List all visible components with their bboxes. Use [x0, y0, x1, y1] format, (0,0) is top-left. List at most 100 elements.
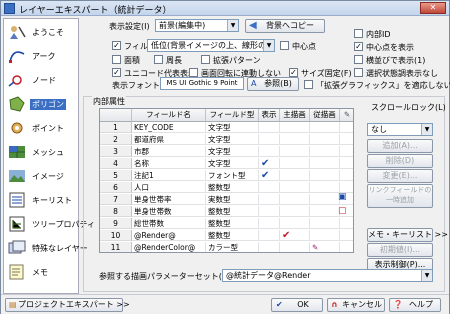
field-name-cell[interactable]: 名称	[132, 158, 206, 169]
main-draw-cell[interactable]	[280, 122, 310, 133]
edit-cell[interactable]	[340, 146, 353, 157]
edit-cell[interactable]	[340, 170, 353, 181]
show-cell[interactable]	[259, 230, 280, 241]
field-name-cell[interactable]: 注記1	[132, 170, 206, 181]
unicode-checkbox[interactable]: ✓	[112, 68, 121, 77]
field-type-cell[interactable]: 整数型	[206, 230, 259, 241]
field-type-cell[interactable]: 文字型	[206, 158, 259, 169]
main-draw-cell[interactable]	[280, 194, 310, 205]
sub-draw-cell[interactable]	[310, 194, 340, 205]
field-type-cell[interactable]: 文字型	[206, 146, 259, 157]
field-name-cell[interactable]: 単身世帯率	[132, 194, 206, 205]
edit-cell[interactable]	[340, 122, 353, 133]
center-display-checkbox[interactable]: ✓	[354, 42, 363, 51]
sub-draw-cell[interactable]	[310, 206, 340, 217]
expand-pattern-checkbox[interactable]	[201, 55, 210, 64]
main-draw-cell[interactable]	[280, 170, 310, 181]
sidebar-item-point[interactable]: ポイント	[6, 117, 78, 139]
show-cell[interactable]	[259, 134, 280, 145]
field-name-cell[interactable]: @RenderColor@	[132, 242, 206, 252]
display-preset-select[interactable]: 前景(編集中) ▼	[155, 19, 239, 32]
table-row[interactable]: 10 @Render@ 整数型 ✔	[100, 230, 353, 241]
field-type-cell[interactable]: 文字型	[206, 122, 259, 133]
sub-draw-cell[interactable]	[310, 182, 340, 193]
ok-button[interactable]: ✔ OK	[271, 298, 323, 312]
sub-draw-cell[interactable]	[310, 134, 340, 145]
field-name-cell[interactable]: 市郡	[132, 146, 206, 157]
help-button[interactable]: ❓ ヘルプ	[389, 298, 441, 312]
sub-draw-cell[interactable]	[310, 158, 340, 169]
area-checkbox[interactable]	[112, 55, 121, 64]
sub-draw-cell[interactable]	[310, 146, 340, 157]
sidebar-item-image[interactable]: イメージ	[6, 165, 78, 187]
header-field-name[interactable]: フィールド名	[132, 109, 206, 122]
main-draw-cell[interactable]	[280, 242, 310, 252]
font-reference-button[interactable]: A 参照(B)	[247, 77, 299, 91]
main-draw-cell[interactable]	[280, 146, 310, 157]
header-field-type[interactable]: フィールド型	[206, 109, 259, 122]
field-name-cell[interactable]: 総世帯数	[132, 218, 206, 229]
initial-value-button[interactable]: 初期値(I)...	[367, 243, 433, 257]
sidebar-item-tree-property[interactable]: ツリープロパティ	[6, 213, 95, 235]
cancel-button[interactable]: ∩ キャンセル	[327, 298, 385, 312]
field-name-cell[interactable]: KEY_CODE	[132, 122, 206, 133]
field-type-cell[interactable]: 整数型	[206, 218, 259, 229]
header-edit[interactable]: ✎	[340, 109, 353, 122]
main-draw-cell[interactable]	[280, 134, 310, 145]
folder-icon[interactable]: ▣	[338, 192, 347, 202]
folder-red-icon[interactable]: ▢	[338, 206, 347, 216]
fill-checkbox[interactable]: ✓	[112, 41, 121, 50]
selection-color-checkbox[interactable]	[354, 68, 363, 77]
main-draw-cell[interactable]	[280, 218, 310, 229]
extended-graphics-checkbox[interactable]	[304, 80, 313, 89]
sub-draw-cell[interactable]: ✎	[310, 242, 340, 252]
sidebar-item-node[interactable]: ノード	[6, 69, 78, 91]
table-row[interactable]: 3 市郡 文字型	[100, 146, 353, 157]
show-cell[interactable]: ✔	[259, 170, 280, 181]
memo-keylist-button[interactable]: メモ・キーリスト >>	[367, 228, 448, 242]
header-sub-draw[interactable]: 従描画	[310, 109, 340, 122]
sub-draw-cell[interactable]	[310, 170, 340, 181]
field-name-cell[interactable]: 人口	[132, 182, 206, 193]
sub-draw-cell[interactable]	[310, 218, 340, 229]
fill-select[interactable]: 低位(背景イメージの上、線形の下) ▼	[147, 39, 275, 52]
sidebar-item-welcome[interactable]: ようこそ	[6, 21, 78, 43]
edit-cell[interactable]	[340, 242, 353, 252]
table-row[interactable]: 9 総世帯数 整数型	[100, 218, 353, 229]
table-row[interactable]: 4 名称 文字型 ✔	[100, 158, 353, 169]
show-cell[interactable]	[259, 182, 280, 193]
edit-cell[interactable]	[340, 158, 353, 169]
sidebar-item-special-layer[interactable]: 特殊なレイヤー	[6, 237, 88, 259]
no-screen-rotate-checkbox[interactable]	[189, 68, 198, 77]
field-type-cell[interactable]: カラー型	[206, 242, 259, 252]
sidebar-item-arc[interactable]: アーク	[6, 45, 78, 67]
table-row[interactable]: 2 都道府県 文字型	[100, 134, 353, 145]
header-show[interactable]: 表示	[259, 109, 280, 122]
field-type-cell[interactable]: 整数型	[206, 206, 259, 217]
field-name-cell[interactable]: @Render@	[132, 230, 206, 241]
sub-draw-cell[interactable]	[310, 230, 340, 241]
show-cell[interactable]: ✔	[259, 158, 280, 169]
header-main-draw[interactable]: 主描画	[280, 109, 310, 122]
sub-draw-cell[interactable]	[310, 122, 340, 133]
table-row[interactable]: 1 KEY_CODE 文字型	[100, 122, 353, 133]
table-row[interactable]: 5 注記1 フォント型 ✔	[100, 170, 353, 181]
field-type-cell[interactable]: 整数型	[206, 182, 259, 193]
project-expert-button[interactable]: ▤ プロジェクトエキスパート >>	[5, 298, 130, 312]
inner-id-checkbox[interactable]	[354, 29, 363, 38]
link-field-button[interactable]: リンクフィールドの一時追加	[367, 184, 433, 208]
table-row[interactable]: 6 人口 整数型	[100, 182, 353, 193]
show-cell[interactable]	[259, 146, 280, 157]
show-cell[interactable]	[259, 206, 280, 217]
show-cell[interactable]	[259, 218, 280, 229]
main-draw-cell[interactable]	[280, 182, 310, 193]
field-name-cell[interactable]: 都道府県	[132, 134, 206, 145]
horizontal-text-checkbox[interactable]	[354, 55, 363, 64]
main-draw-cell[interactable]	[280, 206, 310, 217]
table-row[interactable]: 11 @RenderColor@ カラー型 ✎	[100, 242, 353, 252]
copy-to-background-button[interactable]: ◀ 背景へコピー	[245, 19, 325, 33]
perimeter-checkbox[interactable]	[154, 55, 163, 64]
edit-cell[interactable]	[340, 230, 353, 241]
scroll-lock-select[interactable]: なし ▼	[367, 123, 433, 136]
show-cell[interactable]	[259, 242, 280, 252]
